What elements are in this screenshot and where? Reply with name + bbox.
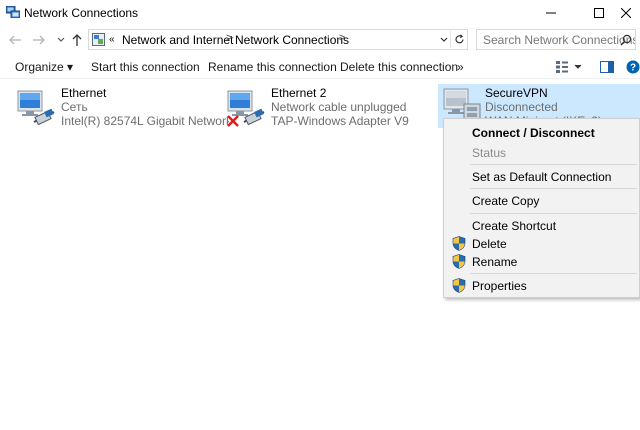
close-button[interactable] (612, 0, 640, 26)
address-overflow[interactable]: « (109, 34, 115, 45)
address-bar[interactable]: « Network and Internet > Network Connect… (88, 29, 468, 50)
maximize-icon (594, 8, 604, 18)
connection-status: Сеть (61, 100, 88, 114)
network-adapter-icon (17, 90, 55, 126)
chevron-down-icon (57, 37, 65, 42)
menu-item-status: Status (472, 146, 507, 160)
network-connections-icon (6, 6, 20, 18)
connection-name: Ethernet 2 (271, 86, 327, 100)
menu-separator (470, 164, 637, 165)
disconnected-x-icon (227, 115, 239, 127)
minimize-button[interactable] (528, 0, 574, 26)
menu-item-create-shortcut[interactable]: Create Shortcut (472, 219, 556, 233)
svg-text:?: ? (630, 63, 636, 74)
uac-shield-icon (452, 278, 466, 293)
search-icon (620, 34, 632, 46)
command-bar: Organize ▾ Start this connection Rename … (0, 56, 640, 79)
menu-item-connect-disconnect[interactable]: Connect / Disconnect (472, 126, 595, 140)
menu-item-delete[interactable]: Delete (472, 237, 507, 251)
connection-name: Ethernet (61, 86, 107, 100)
menu-item-set-default[interactable]: Set as Default Connection (472, 170, 611, 184)
connection-status: Network cable unplugged (271, 100, 407, 114)
preview-pane-button[interactable] (599, 59, 615, 75)
view-options-icon (556, 61, 582, 73)
uac-shield-icon (452, 236, 466, 251)
window-title: Network Connections (24, 6, 139, 20)
connection-ethernet-2[interactable]: Ethernet 2 Network cable unplugged TAP-W… (224, 86, 434, 128)
back-button[interactable] (6, 31, 24, 49)
arrow-left-icon (9, 35, 21, 45)
connection-device: TAP-Windows Adapter V9 (271, 114, 409, 128)
help-button[interactable]: ? (626, 59, 640, 75)
change-view-button[interactable] (553, 59, 585, 75)
connection-name: SecureVPN (485, 86, 548, 100)
organize-menu-button[interactable]: Organize ▾ (15, 60, 73, 74)
connection-device: Intel(R) 82574L Gigabit Network C... (61, 114, 229, 128)
preview-pane-icon (600, 61, 614, 73)
chevron-down-icon (440, 37, 448, 42)
menu-item-properties[interactable]: Properties (472, 279, 527, 293)
menu-item-rename[interactable]: Rename (472, 255, 517, 269)
search-placeholder: Search Network Connections (483, 33, 636, 47)
rename-connection-button[interactable]: Rename this connection (208, 60, 337, 74)
menu-item-create-copy[interactable]: Create Copy (472, 194, 539, 208)
address-row: « Network and Internet > Network Connect… (0, 27, 640, 53)
up-button[interactable] (68, 31, 86, 49)
help-icon: ? (626, 60, 640, 74)
menu-separator (470, 273, 637, 274)
close-icon (621, 8, 631, 18)
delete-connection-button[interactable]: Delete this connection (340, 60, 458, 74)
arrow-right-icon (33, 35, 45, 45)
breadcrumb-separator[interactable]: > (339, 32, 345, 44)
menu-separator (470, 213, 637, 214)
search-input[interactable]: Search Network Connections (476, 29, 636, 50)
connection-ethernet[interactable]: Ethernet Сеть Intel(R) 82574L Gigabit Ne… (14, 86, 229, 128)
breadcrumb-network-connections[interactable]: Network Connections (235, 33, 349, 47)
minimize-icon (546, 12, 556, 14)
control-panel-icon (92, 33, 105, 46)
start-connection-button[interactable]: Start this connection (91, 60, 200, 74)
more-commands-button[interactable]: » (457, 60, 464, 74)
forward-button[interactable] (30, 31, 48, 49)
connection-status: Disconnected (485, 100, 558, 114)
menu-separator (470, 188, 637, 189)
breadcrumb-separator[interactable]: > (226, 32, 232, 44)
uac-shield-icon (452, 254, 466, 269)
context-menu: Connect / Disconnect Status Set as Defau… (443, 118, 640, 298)
refresh-icon (455, 34, 464, 44)
breadcrumb-network-and-internet[interactable]: Network and Internet (122, 33, 233, 47)
refresh-button[interactable] (450, 31, 468, 48)
arrow-up-icon (72, 34, 82, 46)
title-bar: Network Connections (0, 0, 640, 26)
